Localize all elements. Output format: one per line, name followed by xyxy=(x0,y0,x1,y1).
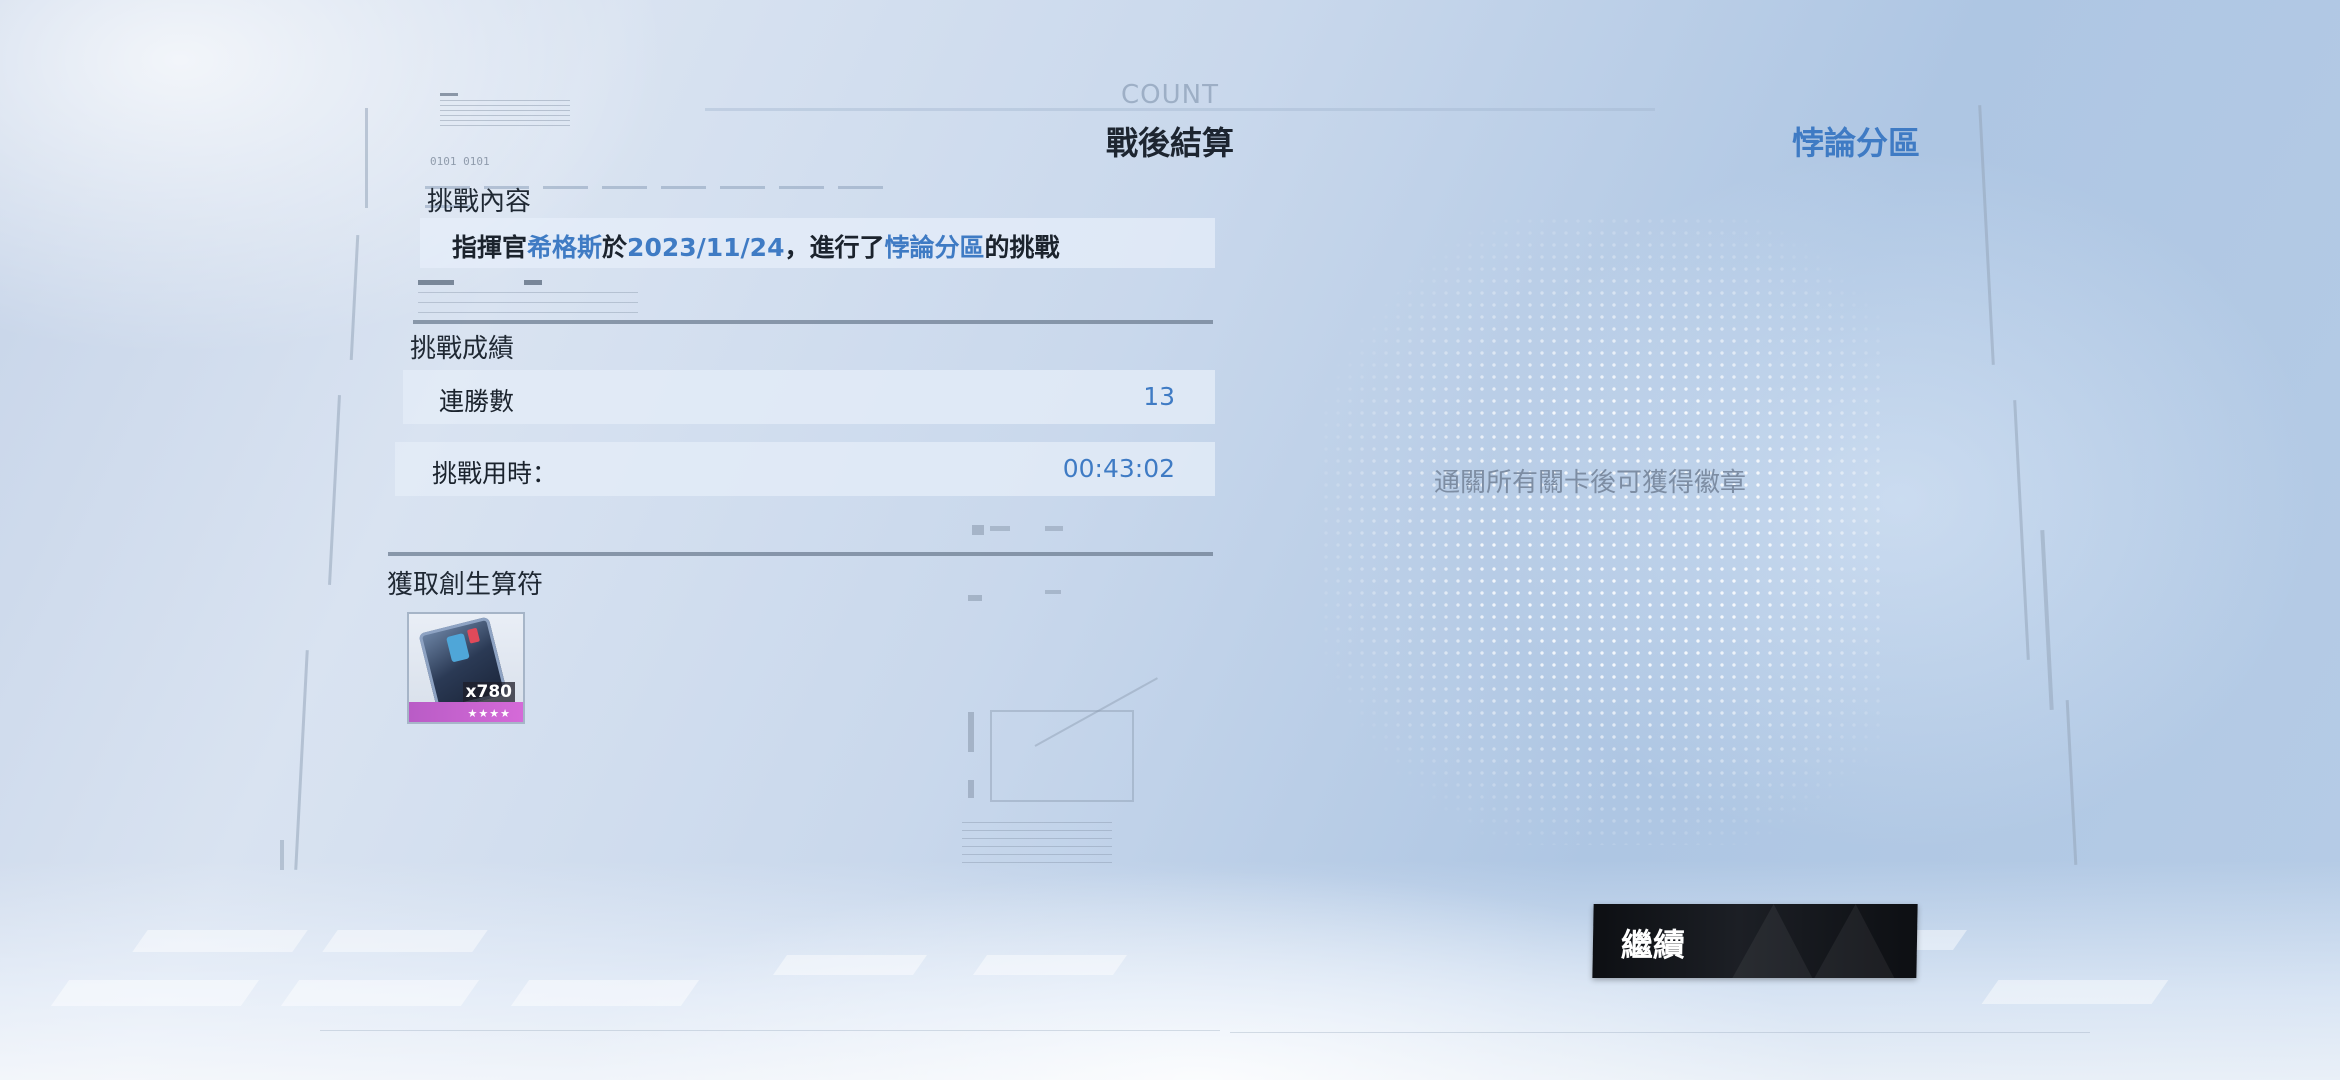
deco-bar xyxy=(440,93,458,96)
rewards-label: 獲取創生算符 xyxy=(387,570,544,600)
frame-left-line xyxy=(365,108,368,208)
reward-stars: ★★★★ xyxy=(467,707,511,720)
continue-button[interactable]: 繼續 xyxy=(1592,904,1918,978)
header-line xyxy=(705,108,1655,111)
win-streak-value: 13 xyxy=(1143,382,1175,411)
challenge-time-row: 挑戰用時： 00:43:02 xyxy=(395,442,1215,496)
challenge-on: 於 xyxy=(602,233,628,262)
challenge-suffix: 的挑戰 xyxy=(984,233,1060,262)
frame-right-line xyxy=(2040,530,2054,710)
commander-name: 希格斯 xyxy=(527,233,603,262)
count-label: COUNT xyxy=(1121,80,1219,110)
deco-lines xyxy=(962,822,1112,866)
frame-right-line xyxy=(2065,700,2078,865)
badge-dot-grid xyxy=(1320,215,1880,845)
deco-bar xyxy=(524,280,542,285)
frame-right-line xyxy=(1978,105,1995,365)
button-deco-triangle xyxy=(1814,904,1896,978)
deco-lines xyxy=(418,292,638,314)
win-streak-label: 連勝數 xyxy=(439,387,515,416)
frame-left-line xyxy=(328,395,341,585)
mode-title: 悖論分區 xyxy=(1791,124,1920,162)
section-divider xyxy=(413,320,1213,324)
frame-bottom-line xyxy=(1230,1032,2090,1033)
win-streak-row: 連勝數 13 xyxy=(403,370,1215,424)
deco-bar xyxy=(968,595,982,601)
challenge-middle: ，進行了 xyxy=(784,233,885,262)
frame-right-line xyxy=(2013,400,2030,660)
page-title: 戰後結算 xyxy=(1105,124,1234,162)
badge-hint: 通關所有關卡後可獲得徽章 xyxy=(1433,468,1746,498)
challenge-results-label: 挑戰成績 xyxy=(410,334,515,364)
deco-bar xyxy=(972,525,984,535)
challenge-time-value: 00:43:02 xyxy=(1062,454,1175,483)
continue-label: 繼續 xyxy=(1620,926,1686,964)
deco-sketch-box xyxy=(990,710,1134,802)
frame-left-line xyxy=(294,650,309,870)
frame-left-line xyxy=(280,840,284,870)
deco-bar xyxy=(1045,590,1061,594)
frame-left-line xyxy=(349,235,360,360)
challenge-date: 2023/11/24 xyxy=(627,233,785,262)
deco-lines xyxy=(440,100,570,130)
reward-item-card[interactable]: x780 ★★★★ xyxy=(407,612,525,724)
deco-bar xyxy=(968,780,974,798)
frame-bottom-line xyxy=(320,1030,1220,1031)
floor-grid xyxy=(0,860,2340,1080)
challenge-prefix: 指揮官 xyxy=(452,233,528,262)
deco-binary: 0101 0101 xyxy=(430,155,490,168)
deco-bar xyxy=(1045,526,1063,531)
button-deco-triangle xyxy=(1732,904,1814,978)
challenge-mode: 悖論分區 xyxy=(884,233,985,262)
challenge-summary: 指揮官希格斯於2023/11/24，進行了悖論分區的挑戰 xyxy=(452,228,1060,264)
challenge-time-label: 挑戰用時： xyxy=(432,459,558,488)
reward-quantity: x780 xyxy=(462,682,515,702)
deco-bar xyxy=(990,526,1010,531)
deco-bar xyxy=(968,712,974,752)
deco-bar xyxy=(418,280,454,285)
section-divider xyxy=(388,552,1213,556)
deco-dash-row xyxy=(425,174,955,208)
challenge-content-label: 挑戰內容 xyxy=(427,187,532,217)
